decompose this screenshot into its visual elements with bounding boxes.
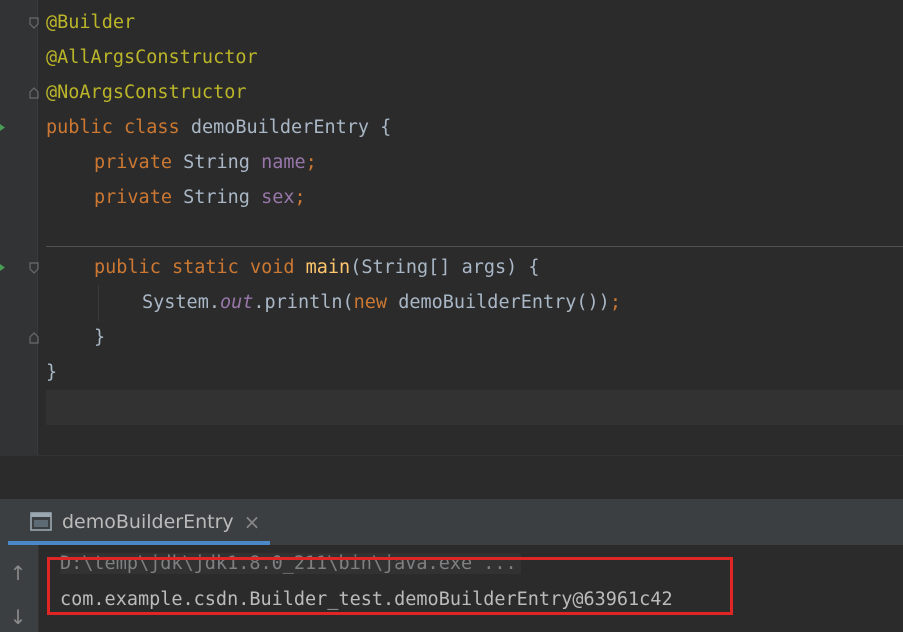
type-name: String <box>183 152 250 173</box>
code-line-10: } <box>94 320 105 355</box>
fold-open-icon[interactable] <box>29 17 39 29</box>
static-field: out <box>219 292 254 313</box>
field-name: sex <box>261 187 295 208</box>
method-call: .println( <box>253 292 354 313</box>
type-name: String <box>183 187 250 208</box>
method-name: main <box>305 257 351 278</box>
close-icon[interactable]: × <box>244 510 261 534</box>
run-tab-label: demoBuilderEntry <box>62 511 234 533</box>
brace: } <box>94 327 106 348</box>
semicolon: ; <box>294 187 306 208</box>
constructor-call: demoBuilderEntry()) <box>387 292 610 313</box>
annotation-allargs: @AllArgsConstructor <box>46 47 258 68</box>
fold-close-icon[interactable] <box>29 87 39 99</box>
keyword: class <box>123 117 180 138</box>
fold-open-icon[interactable] <box>29 262 39 274</box>
code-line-9: System.out.println(new demoBuilderEntry(… <box>142 285 621 320</box>
class-name: demoBuilderEntry <box>190 117 370 138</box>
keyword: private <box>94 152 172 173</box>
panel-divider[interactable] <box>0 455 903 500</box>
semicolon: ; <box>609 292 621 313</box>
method-separator <box>46 246 903 247</box>
keyword: static <box>171 257 239 278</box>
highlight-box <box>47 557 733 615</box>
annotation-noargs: @NoArgsConstructor <box>46 82 247 103</box>
keyword: public <box>94 257 161 278</box>
console-toolbar: ↑ ↓ <box>0 545 39 632</box>
code-line-5: private String name; <box>94 145 317 180</box>
run-arrow-icon[interactable] <box>0 124 5 131</box>
console-window-icon <box>30 512 52 531</box>
semicolon: ; <box>305 152 317 173</box>
current-line-highlight <box>46 390 903 425</box>
fold-close-icon[interactable] <box>29 332 39 344</box>
keyword: new <box>353 292 388 313</box>
arrow-down-icon[interactable]: ↓ <box>6 605 30 629</box>
keyword: private <box>94 187 172 208</box>
class-ref: System. <box>142 292 220 313</box>
code-line-1: @Builder <box>46 5 135 40</box>
gutter-separator <box>37 0 38 455</box>
editor-gutter <box>0 0 38 455</box>
code-line-6: private String sex; <box>94 180 306 215</box>
arrow-up-icon[interactable]: ↑ <box>6 561 30 585</box>
indent-guide <box>98 285 99 321</box>
run-tab[interactable]: demoBuilderEntry × <box>10 499 260 545</box>
code-line-11: } <box>46 355 57 390</box>
brace: } <box>46 362 58 383</box>
run-arrow-icon[interactable] <box>0 264 5 271</box>
brace: { <box>369 117 392 138</box>
keyword: void <box>249 257 295 278</box>
keyword: public <box>46 117 113 138</box>
run-tool-window-header: demoBuilderEntry × <box>0 499 903 545</box>
field-name: name <box>261 152 306 173</box>
annotation-builder: @Builder <box>46 12 136 33</box>
code-line-8: public static void main(String[] args) { <box>94 250 540 285</box>
code-editor[interactable]: @Builder @AllArgsConstructor @NoArgsCons… <box>0 0 903 455</box>
code-line-2: @AllArgsConstructor <box>46 40 258 75</box>
code-line-3: @NoArgsConstructor <box>46 75 246 110</box>
code-line-4: public class demoBuilderEntry { <box>46 110 391 145</box>
method-params: (String[] args) { <box>350 257 540 278</box>
